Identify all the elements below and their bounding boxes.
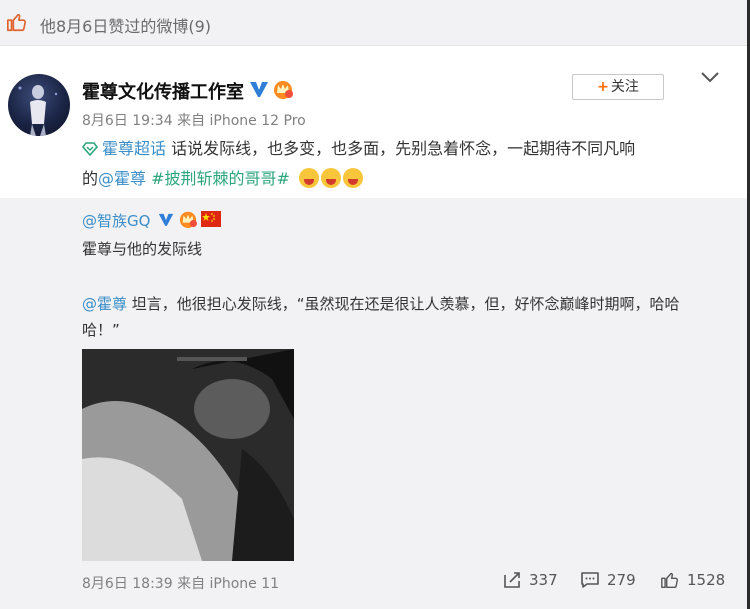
crying-emoji-icon — [299, 168, 320, 188]
post-author-name[interactable]: 霍尊文化传播工作室 — [82, 78, 244, 104]
hashtag-link[interactable]: #披荆斩棘的哥哥# — [151, 169, 290, 188]
repost-author-name[interactable]: @智族GQ — [82, 210, 150, 231]
repost-source[interactable]: iPhone 11 — [210, 576, 280, 592]
vip-crown-icon[interactable] — [178, 210, 198, 228]
crying-emoji-icon — [343, 168, 364, 188]
repost-mention-link[interactable]: @霍尊 — [82, 295, 127, 313]
avatar-figure-icon — [18, 85, 58, 136]
verified-v-icon — [250, 82, 268, 97]
post-text-part-2: 的 — [82, 169, 99, 188]
crying-emoji-icon — [321, 168, 342, 188]
repost-body-text: 坦言，他很担心发际线，“虽然现在还是很让人羡慕，但，好怀念巅峰时期啊，哈哈哈！” — [82, 295, 680, 339]
repost-button[interactable]: 337 — [502, 571, 558, 589]
author-avatar[interactable] — [8, 74, 70, 136]
post-source[interactable]: iPhone 12 Pro — [210, 113, 306, 129]
follow-button[interactable]: + 关注 — [572, 74, 664, 100]
comment-button[interactable]: 279 — [580, 571, 636, 589]
super-topic-icon — [82, 142, 98, 156]
comment-count: 279 — [607, 571, 636, 589]
super-topic-link[interactable]: 霍尊超话 — [102, 139, 166, 158]
liked-header-bar: 他8月6日赞过的微博(9) — [0, 0, 750, 46]
china-flag-icon — [201, 211, 221, 227]
emoji-group — [299, 168, 365, 193]
repost-meta: 8月6日 18:39 来自 iPhone 11 — [82, 573, 279, 593]
repost-count: 337 — [529, 571, 558, 589]
repost-photo[interactable] — [82, 349, 294, 561]
like-button[interactable]: 1528 — [660, 571, 725, 589]
liked-count-text[interactable]: 他8月6日赞过的微博(9) — [40, 13, 211, 37]
repost-time[interactable]: 8月6日 18:39 — [82, 576, 173, 592]
comment-icon — [581, 572, 599, 588]
post-text-line-2: 的@霍尊 #披荆斩棘的哥哥# — [82, 168, 365, 193]
repost-body: @霍尊 坦言，他很担心发际线，“虽然现在还是很让人羡慕，但，好怀念巅峰时期啊，哈… — [82, 291, 712, 343]
repost-subtitle: 霍尊与他的发际线 — [82, 240, 203, 258]
post-text-line-1: 霍尊超话 话说发际线，也多变，也多面，先别急着怀念，一起期待不同凡响 — [82, 139, 635, 159]
follow-plus: + — [597, 79, 609, 95]
post-text-part-1: 话说发际线，也多变，也多面，先别急着怀念，一起期待不同凡响 — [171, 139, 636, 158]
repost-source-prefix: 来自 — [177, 576, 206, 592]
post-time[interactable]: 8月6日 19:34 — [82, 113, 173, 129]
verified-v-icon — [158, 213, 174, 226]
post-meta: 8月6日 19:34 来自 iPhone 12 Pro — [82, 110, 306, 130]
vip-crown-icon[interactable] — [272, 79, 294, 99]
share-icon — [504, 572, 520, 588]
post-source-prefix: 来自 — [177, 113, 206, 129]
thumbs-up-icon — [7, 13, 27, 32]
portrait-image-icon — [82, 349, 294, 561]
thumbs-up-icon — [661, 572, 678, 589]
follow-label: 关注 — [610, 79, 639, 95]
like-count: 1528 — [687, 571, 726, 589]
chevron-down-icon[interactable] — [700, 70, 720, 84]
mention-link[interactable]: @霍尊 — [98, 169, 146, 188]
